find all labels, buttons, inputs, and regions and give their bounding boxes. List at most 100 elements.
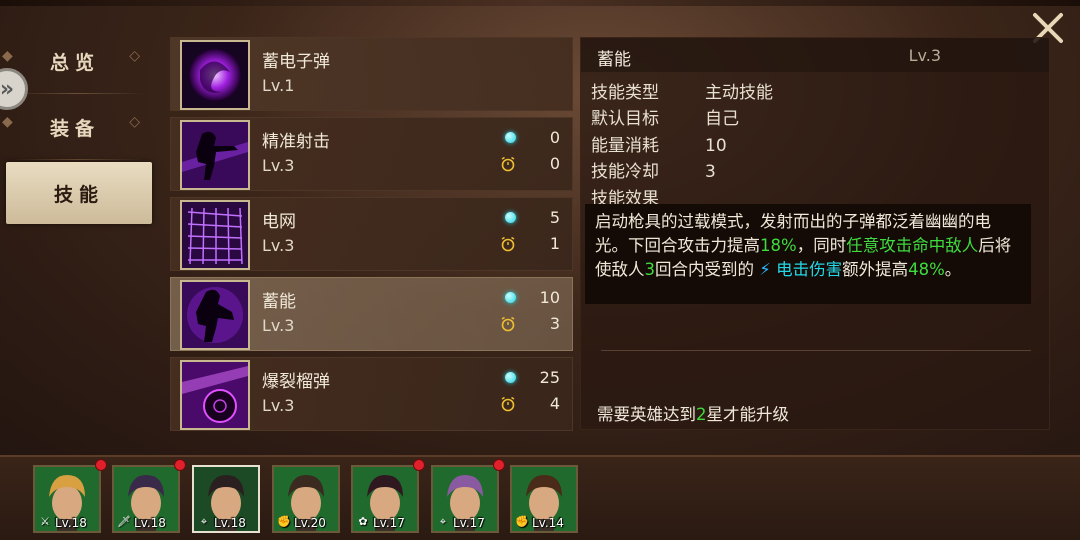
skill-name: 精准射击 — [262, 132, 330, 152]
nav-deco-left-icon: ◆ — [2, 114, 19, 130]
skill-level: Lv.3 — [262, 316, 295, 335]
detail-key: 技能冷却 — [591, 162, 659, 182]
skill-name: 电网 — [262, 212, 296, 232]
skill-description: 启动枪具的过载模式，发射而出的子弹都泛着幽幽的电光。下回合攻击力提高18%，同时… — [585, 204, 1031, 304]
upgrade-text: 需要英雄达到 — [597, 405, 696, 424]
notification-dot — [413, 459, 425, 471]
desc-text: 额外提高 — [842, 260, 909, 279]
skill-level: Lv.3 — [262, 236, 295, 255]
dagger-icon: 🗡 — [117, 515, 131, 528]
nav-item-equipment[interactable]: ◆ 装备 ◇ — [0, 96, 150, 160]
energy-cost: 10 — [505, 288, 560, 307]
energy-icon — [505, 292, 516, 303]
alarm-clock-icon — [501, 396, 515, 411]
skill-row[interactable]: 爆裂榴弹 Lv.3 25 4 — [170, 357, 573, 431]
hero-level: Lv.17 — [373, 516, 405, 530]
skill-level: Lv.3 — [262, 156, 295, 175]
hero-portrait[interactable]: ⌖ Lv.17 — [431, 465, 499, 533]
nav-item-skills[interactable]: 技能 — [6, 162, 152, 224]
desc-text: 回合内受到的 — [655, 260, 760, 279]
detail-row-cooldown: 技能冷却 3 — [591, 157, 716, 182]
upgrade-star-count: 2 — [696, 405, 707, 424]
energy-icon — [505, 132, 516, 143]
alarm-clock-icon — [501, 156, 515, 171]
detail-key: 默认目标 — [591, 109, 659, 129]
energy-value: 5 — [549, 208, 560, 227]
energy-value: 10 — [539, 288, 560, 307]
hero-portrait[interactable]: ✊ Lv.14 — [510, 465, 578, 533]
side-nav: ◆ 总览 ◇ ◆ 装备 ◇ 技能 — [0, 30, 160, 228]
detail-row-target: 默认目标 自己 — [591, 104, 739, 129]
skill-row[interactable]: 精准射击 Lv.3 0 0 — [170, 117, 573, 191]
cooldown: 1 — [500, 234, 560, 253]
desc-text: ，同时 — [796, 236, 847, 255]
skill-name: 蓄能 — [262, 292, 296, 312]
energy-icon — [505, 372, 516, 383]
energy-cost: 0 — [505, 128, 560, 147]
detail-value: 3 — [705, 162, 716, 182]
detail-key: 能量消耗 — [591, 136, 659, 156]
desc-highlight: 3 — [644, 260, 656, 279]
desc-highlight: 48% — [908, 260, 945, 279]
nav-deco-right-icon: ◇ — [129, 114, 146, 130]
hero-level: Lv.20 — [294, 516, 326, 530]
sword-icon: ⚔ — [40, 515, 50, 528]
energy-cost: 25 — [505, 368, 560, 387]
alarm-clock-icon — [501, 316, 515, 331]
notification-dot — [174, 459, 186, 471]
skill-detail-panel: 蓄能 Lv.3 技能类型 主动技能 默认目标 自己 能量消耗 10 技能冷却 3 技能效… — [580, 37, 1050, 430]
upgrade-requirement: 需要英雄达到2星才能升级 — [597, 401, 789, 425]
desc-highlight: 18% — [760, 236, 797, 255]
energy-cost: 5 — [505, 208, 560, 227]
skill-level: Lv.3 — [262, 396, 295, 415]
skill-icon-energize — [180, 280, 250, 350]
nav-item-label: 技能 — [53, 183, 104, 206]
hero-portrait[interactable]: 🗡 Lv.18 — [112, 465, 180, 533]
nav-item-label: 总览 — [49, 51, 100, 74]
skill-icon-electric-net — [180, 200, 250, 270]
detail-header: 蓄能 Lv.3 — [581, 38, 1049, 72]
desc-keyword: 电击伤害 — [776, 260, 843, 279]
crosshair-icon: ⌖ — [200, 515, 208, 528]
hero-portrait[interactable]: ✿ Lv.17 — [351, 465, 419, 533]
skill-row[interactable]: 蓄电子弹 Lv.1 — [170, 37, 573, 111]
hero-portrait[interactable]: ⚔ Lv.18 — [33, 465, 101, 533]
detail-key: 技能类型 — [591, 83, 659, 103]
nav-divider — [12, 159, 144, 160]
detail-title: 蓄能 — [597, 50, 631, 70]
detail-row-type: 技能类型 主动技能 — [591, 78, 773, 103]
detail-row-energy: 能量消耗 10 — [591, 131, 727, 156]
hero-level: Lv.17 — [453, 516, 485, 530]
nav-deco-left-icon: ◆ — [2, 48, 19, 64]
skill-row-selected[interactable]: 蓄能 Lv.3 10 3 — [170, 277, 573, 351]
cooldown: 0 — [500, 154, 560, 173]
nav-divider — [12, 93, 144, 94]
energy-value: 25 — [539, 368, 560, 387]
detail-value: 主动技能 — [705, 83, 773, 103]
fist-icon: ✊ — [515, 515, 529, 528]
hero-portrait[interactable]: ⌖ Lv.18 — [192, 465, 260, 533]
lotus-icon: ✿ — [358, 515, 368, 528]
upgrade-text: 星才能升级 — [706, 405, 790, 424]
skill-list: 蓄电子弹 Lv.1 精准射击 Lv.3 0 0 电网 Lv.3 5 1 蓄能 L… — [170, 37, 573, 437]
cooldown-value: 3 — [549, 314, 560, 333]
detail-divider — [601, 350, 1031, 351]
double-chevron-icon: » — [0, 76, 15, 102]
detail-value: 自己 — [705, 109, 739, 129]
hero-level: Lv.18 — [134, 516, 166, 530]
skill-icon-precise-shot — [180, 120, 250, 190]
skill-row[interactable]: 电网 Lv.3 5 1 — [170, 197, 573, 271]
hero-portrait[interactable]: ✊ Lv.20 — [272, 465, 340, 533]
crosshair-icon: ⌖ — [439, 515, 447, 528]
top-border — [0, 0, 1080, 6]
notification-dot — [493, 459, 505, 471]
nav-deco-right-icon: ◇ — [129, 48, 146, 64]
skill-name: 蓄电子弹 — [262, 52, 330, 72]
skill-icon-charged-bullet — [180, 40, 250, 110]
energy-value: 0 — [549, 128, 560, 147]
detail-level: Lv.3 — [908, 46, 941, 65]
cooldown: 3 — [500, 314, 560, 333]
hero-level: Lv.18 — [55, 516, 87, 530]
cooldown-value: 0 — [549, 154, 560, 173]
detail-value: 10 — [705, 136, 727, 156]
